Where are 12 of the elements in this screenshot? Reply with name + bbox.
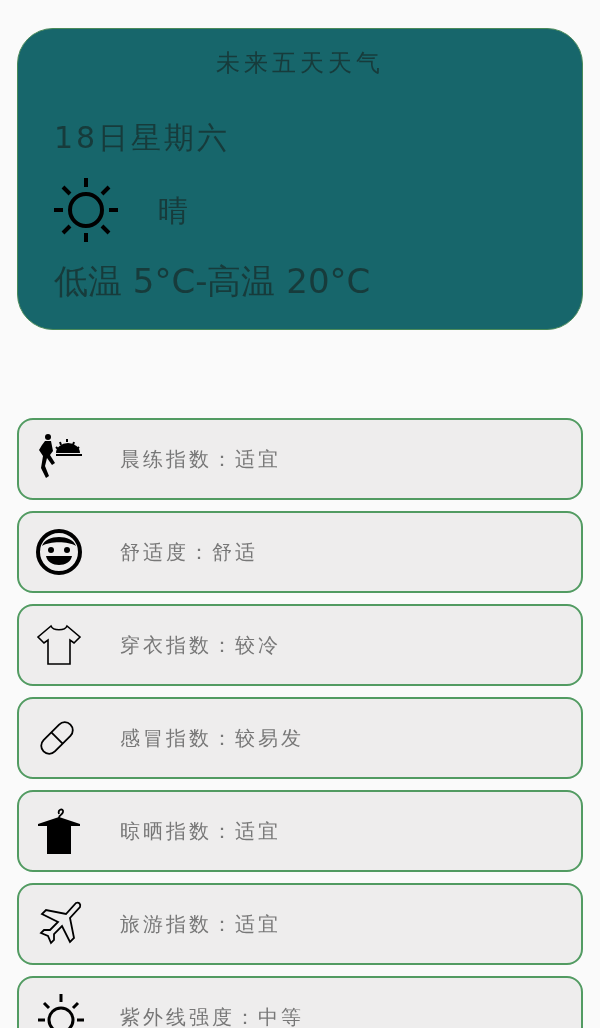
index-text: 晾晒指数：适宜 <box>120 818 281 845</box>
index-text: 舒适度：舒适 <box>120 539 258 566</box>
t-shirt-icon <box>36 624 82 666</box>
index-text: 感冒指数：较易发 <box>120 725 304 752</box>
sun-icon <box>54 178 118 242</box>
index-text: 穿衣指数：较冷 <box>120 632 281 659</box>
index-text: 晨练指数：适宜 <box>120 446 281 473</box>
sun-icon <box>36 992 86 1028</box>
index-text: 紫外线强度：中等 <box>120 1004 304 1028</box>
smiley-face-icon <box>36 528 82 576</box>
hanger-towel-icon <box>36 806 82 856</box>
index-text: 旅游指数：适宜 <box>120 911 281 938</box>
